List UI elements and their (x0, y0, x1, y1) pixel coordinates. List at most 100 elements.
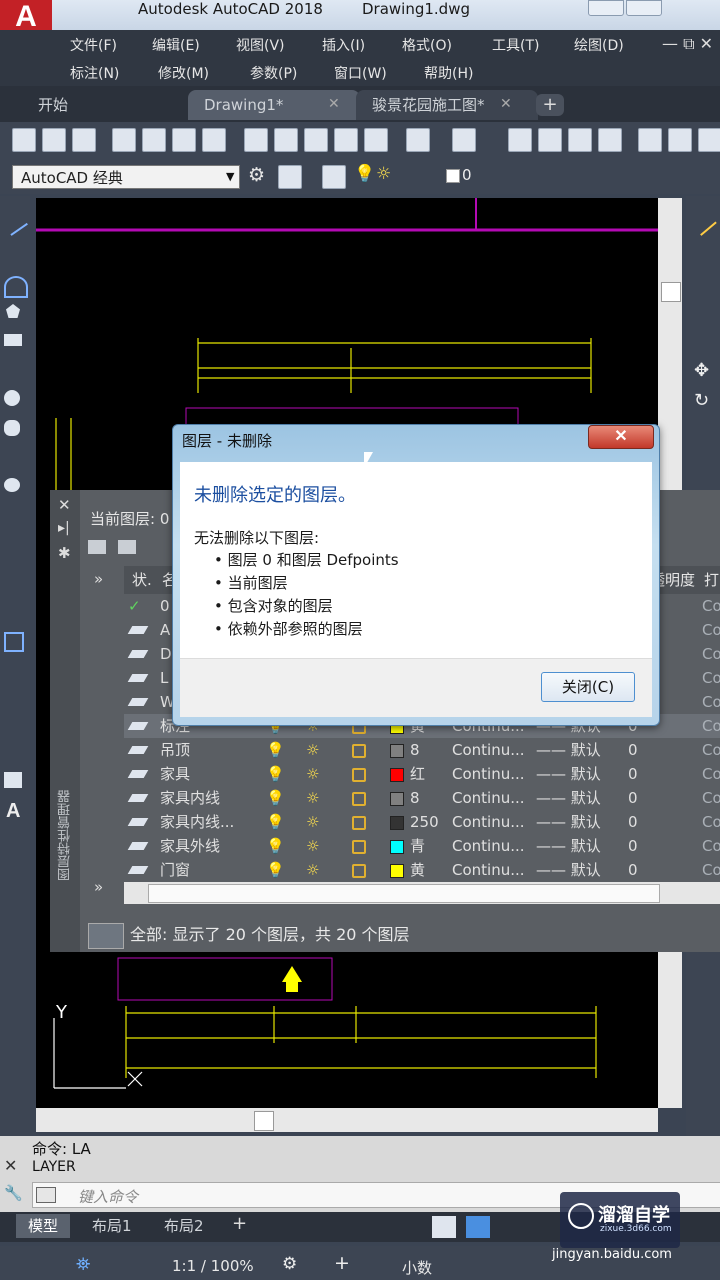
close-icon[interactable]: ✕ (4, 1156, 17, 1175)
layer-color-swatch[interactable] (390, 792, 404, 806)
chevron-down-icon[interactable]: ▼ (226, 170, 234, 183)
layer-color-swatch[interactable] (390, 864, 404, 878)
gear-icon[interactable]: ⚙ (248, 164, 265, 186)
workspace-select[interactable]: AutoCAD 经典 (12, 165, 240, 189)
sun-icon[interactable]: ☼ (376, 164, 391, 184)
3d-print-icon[interactable] (202, 128, 226, 152)
auto-hide-icon[interactable]: ▸| (58, 520, 70, 536)
menu-parametric[interactable]: 参数(P) (250, 63, 297, 83)
minimize-button[interactable] (588, 0, 624, 16)
tab-layout2[interactable]: 布局2 (152, 1214, 216, 1238)
menu-help[interactable]: 帮助(H) (424, 63, 473, 83)
col-plot-style[interactable]: 打 (704, 566, 719, 594)
zoom-realtime-icon[interactable] (538, 128, 562, 152)
close-tab-icon[interactable]: ✕ (328, 96, 340, 112)
dialog-close-icon[interactable]: ✕ (588, 425, 654, 449)
menu-file[interactable]: 文件(F) (70, 35, 117, 55)
horizontal-scroll-thumb[interactable] (254, 1111, 274, 1131)
menu-modify[interactable]: 修改(M) (158, 63, 209, 83)
tool-palettes-icon[interactable] (698, 128, 720, 152)
lightbulb-icon[interactable]: 💡 (266, 786, 285, 810)
lightbulb-icon[interactable]: 💡 (266, 834, 285, 858)
redo-icon[interactable] (452, 128, 476, 152)
new-tab-icon[interactable]: + (536, 94, 564, 116)
layer-color-swatch[interactable] (390, 840, 404, 854)
layer-row[interactable]: 吊顶 💡 ☼ 8 Continu... —— 默认 0 Co (124, 738, 720, 762)
rectangle-tool-icon[interactable] (4, 334, 22, 346)
properties-icon[interactable] (638, 128, 662, 152)
pan-icon[interactable] (508, 128, 532, 152)
menu-view[interactable]: 视图(V) (236, 35, 285, 55)
sun-icon[interactable]: ☼ (306, 834, 319, 858)
table-tool-icon[interactable] (4, 772, 22, 788)
tab-layout1[interactable]: 布局1 (80, 1214, 144, 1238)
menu-dimension[interactable]: 标注(N) (70, 63, 119, 83)
layer-color-swatch[interactable] (390, 744, 404, 758)
add-icon[interactable]: + (334, 1252, 350, 1274)
lightbulb-icon[interactable]: 💡 (266, 762, 285, 786)
cut-icon[interactable] (244, 128, 268, 152)
menu-window[interactable]: 窗口(W) (334, 63, 387, 83)
maximize-button[interactable] (626, 0, 662, 16)
menu-insert[interactable]: 插入(I) (322, 35, 365, 55)
lightbulb-icon[interactable]: 💡 (354, 164, 375, 184)
layer-color-swatch[interactable] (390, 816, 404, 830)
revision-cloud-icon[interactable] (4, 420, 20, 436)
print-icon[interactable] (112, 128, 136, 152)
save-icon[interactable] (72, 128, 96, 152)
hatch-tool-icon[interactable] (4, 632, 24, 652)
layer-table-scroll-thumb[interactable] (148, 884, 660, 903)
units-display[interactable]: 小数 (402, 1257, 432, 1278)
layer-row[interactable]: 家具外线 💡 ☼ 青 Continu... —— 默认 0 Co (124, 834, 720, 858)
close-icon[interactable]: ✕ (58, 496, 71, 514)
grid-display-icon[interactable] (432, 1216, 456, 1238)
new-property-filter-icon[interactable] (88, 540, 106, 554)
lightbulb-icon[interactable]: 💡 (266, 810, 285, 834)
menu-format[interactable]: 格式(O) (402, 35, 452, 55)
layer-row[interactable]: 家具 💡 ☼ 红 Continu... —— 默认 0 Co (124, 762, 720, 786)
expand-filter-icon[interactable]: » (94, 570, 103, 588)
menu-tools[interactable]: 工具(T) (492, 35, 539, 55)
gear-icon[interactable]: ⚙ (282, 1254, 297, 1274)
sun-icon[interactable]: ☼ (306, 738, 319, 762)
layer-row[interactable]: 门窗 💡 ☼ 黄 Continu... —— 默认 0 Co (124, 858, 720, 882)
zoom-previous-icon[interactable] (598, 128, 622, 152)
expand-filter-icon[interactable]: » (94, 878, 103, 896)
new-group-filter-icon[interactable] (118, 540, 136, 554)
lightbulb-icon[interactable]: 💡 (266, 738, 285, 762)
horizontal-scrollbar[interactable] (36, 1108, 658, 1132)
rotate-icon[interactable]: ↻ (694, 390, 709, 411)
unlock-icon[interactable] (352, 792, 366, 806)
sun-icon[interactable]: ☼ (306, 762, 319, 786)
add-layout-icon[interactable]: + (232, 1213, 247, 1234)
new-icon[interactable] (12, 128, 36, 152)
match-properties-icon[interactable] (364, 128, 388, 152)
workspace-icon[interactable] (278, 165, 302, 189)
layer-row[interactable]: 家具内线... 💡 ☼ 250 Continu... —— 默认 0 Co (124, 810, 720, 834)
ellipse-tool-icon[interactable] (4, 478, 20, 492)
snap-mode-icon[interactable] (466, 1216, 490, 1238)
lightbulb-icon[interactable]: 💡 (266, 858, 285, 882)
paste-special-icon[interactable] (334, 128, 358, 152)
paste-icon[interactable] (304, 128, 328, 152)
command-prompt-icon[interactable] (36, 1187, 56, 1203)
wrench-icon[interactable]: 🔧 (4, 1184, 23, 1202)
tab-model[interactable]: 模型 (16, 1214, 71, 1238)
vertical-scroll-thumb[interactable] (661, 282, 681, 302)
arc-tool-icon[interactable] (4, 276, 28, 298)
open-icon[interactable] (42, 128, 66, 152)
tab-start[interactable]: 开始 (22, 90, 84, 120)
annotation-scale[interactable]: 1:1 / 100% (172, 1257, 254, 1275)
move-icon[interactable]: ✥ (694, 360, 709, 381)
unlock-icon[interactable] (352, 840, 366, 854)
undo-icon[interactable] (406, 128, 430, 152)
close-tab-icon[interactable]: ✕ (500, 96, 512, 112)
layer-color-swatch[interactable] (390, 768, 404, 782)
unlock-icon[interactable] (352, 744, 366, 758)
publish-icon[interactable] (172, 128, 196, 152)
app-logo[interactable]: A (0, 0, 52, 34)
circle-tool-icon[interactable] (4, 390, 20, 406)
unlock-icon[interactable] (352, 864, 366, 878)
menu-edit[interactable]: 编辑(E) (152, 35, 200, 55)
design-center-icon[interactable] (668, 128, 692, 152)
